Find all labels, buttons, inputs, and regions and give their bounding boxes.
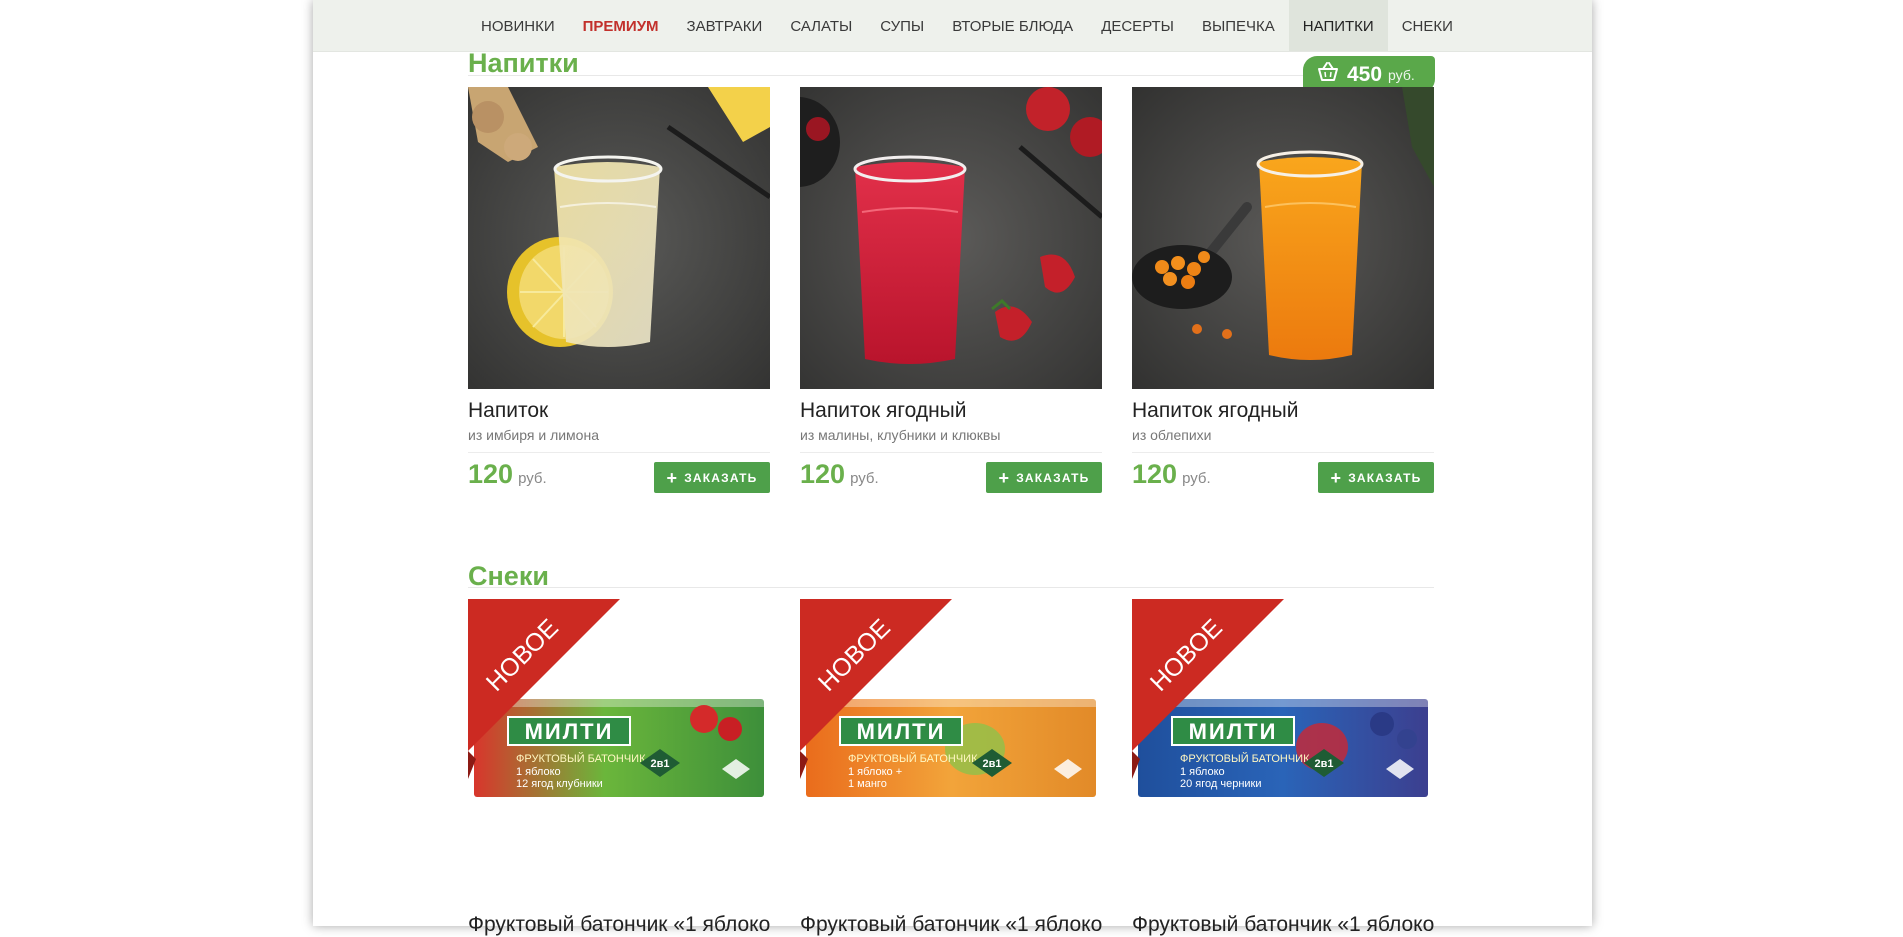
product-name[interactable]: Фруктовый батончик «1 яблоко <box>468 913 770 937</box>
product-name[interactable]: Напиток ягодный <box>800 399 967 423</box>
price-currency: руб. <box>850 470 879 487</box>
order-button[interactable]: + ЗАКАЗАТЬ <box>654 462 770 493</box>
order-button[interactable]: + ЗАКАЗАТЬ <box>986 462 1102 493</box>
product-line-1: 1 яблоко <box>1180 766 1225 778</box>
basket-icon <box>1317 62 1339 87</box>
nav-item-novinki[interactable]: НОВИНКИ <box>467 0 569 51</box>
order-button-label: ЗАКАЗАТЬ <box>684 470 758 485</box>
price-value: 120 <box>1132 459 1178 489</box>
product-line-2: 12 ягод клубники <box>516 778 603 790</box>
nav-item-drinks[interactable]: НАПИТКИ <box>1288 0 1388 51</box>
nav-item-bakery[interactable]: ВЫПЕЧКА <box>1188 0 1289 51</box>
page-container: НОВИНКИ ПРЕМИУМ ЗАВТРАКИ САЛАТЫ СУПЫ ВТО… <box>313 0 1592 936</box>
price-value: 120 <box>468 459 514 489</box>
product-divider <box>800 452 1102 453</box>
plus-icon: + <box>1330 467 1343 488</box>
product-name[interactable]: Напиток ягодный <box>1132 399 1299 423</box>
product-name[interactable]: Фруктовый батончик «1 яблоко <box>800 913 1102 937</box>
product-name[interactable]: Напиток <box>468 399 548 423</box>
product-line-2: 1 манго <box>848 778 887 790</box>
product-divider <box>1132 452 1434 453</box>
nav-item-salads[interactable]: САЛАТЫ <box>776 0 866 51</box>
product-description: из малины, клубники и клюквы <box>800 427 1001 443</box>
cart-currency: руб. <box>1388 66 1415 83</box>
product-divider <box>468 452 770 453</box>
nav-item-desserts[interactable]: ДЕСЕРТЫ <box>1087 0 1188 51</box>
product-line-1: 1 яблоко <box>516 766 561 778</box>
brand-label: МИЛТИ <box>1189 719 1278 744</box>
product-description: из облепихи <box>1132 427 1212 443</box>
plus-icon: + <box>998 467 1011 488</box>
product-price: 120 руб. <box>1132 459 1211 490</box>
product-photo[interactable] <box>800 87 1102 389</box>
product-photo[interactable] <box>468 87 770 389</box>
product-photo[interactable]: МИЛТИ ФРУКТОВЫЙ БАТОНЧИК 1 яблоко + 1 ма… <box>800 599 1102 811</box>
badge-label: 2в1 <box>1315 758 1334 770</box>
product-photo[interactable]: МИЛТИ ФРУКТОВЫЙ БАТОНЧИК 1 яблоко 20 яго… <box>1132 599 1434 811</box>
product-subtitle: ФРУКТОВЫЙ БАТОНЧИК <box>848 752 978 765</box>
category-nav: НОВИНКИ ПРЕМИУМ ЗАВТРАКИ САЛАТЫ СУПЫ ВТО… <box>313 0 1592 52</box>
order-button-label: ЗАКАЗАТЬ <box>1348 470 1422 485</box>
nav-item-snacks[interactable]: СНЕКИ <box>1388 0 1467 51</box>
nav-item-main-courses[interactable]: ВТОРЫЕ БЛЮДА <box>938 0 1087 51</box>
badge-label: 2в1 <box>651 758 670 770</box>
product-description: из имбиря и лимона <box>468 427 599 443</box>
section-divider <box>468 587 1434 588</box>
order-button-label: ЗАКАЗАТЬ <box>1016 470 1090 485</box>
brand-label: МИЛТИ <box>525 719 614 744</box>
nav-item-soups[interactable]: СУПЫ <box>866 0 938 51</box>
brand-label: МИЛТИ <box>857 719 946 744</box>
product-subtitle: ФРУКТОВЫЙ БАТОНЧИК <box>516 752 646 765</box>
nav-item-breakfast[interactable]: ЗАВТРАКИ <box>673 0 777 51</box>
product-subtitle: ФРУКТОВЫЙ БАТОНЧИК <box>1180 752 1310 765</box>
cart-total: 450 <box>1347 62 1383 86</box>
product-name[interactable]: Фруктовый батончик «1 яблоко <box>1132 913 1434 937</box>
product-photo[interactable]: МИЛТИ ФРУКТОВЫЙ БАТОНЧИК 1 яблоко 12 яго… <box>468 599 770 811</box>
product-line-1: 1 яблоко + <box>848 766 902 778</box>
price-currency: руб. <box>518 470 547 487</box>
price-currency: руб. <box>1182 470 1211 487</box>
nav-item-premium[interactable]: ПРЕМИУМ <box>569 0 673 51</box>
badge-label: 2в1 <box>983 758 1002 770</box>
order-button[interactable]: + ЗАКАЗАТЬ <box>1318 462 1434 493</box>
product-price: 120 руб. <box>800 459 879 490</box>
section-divider <box>468 75 1434 76</box>
product-photo[interactable] <box>1132 87 1434 389</box>
product-line-2: 20 ягод черники <box>1180 778 1262 790</box>
plus-icon: + <box>666 467 679 488</box>
price-value: 120 <box>800 459 846 489</box>
product-price: 120 руб. <box>468 459 547 490</box>
